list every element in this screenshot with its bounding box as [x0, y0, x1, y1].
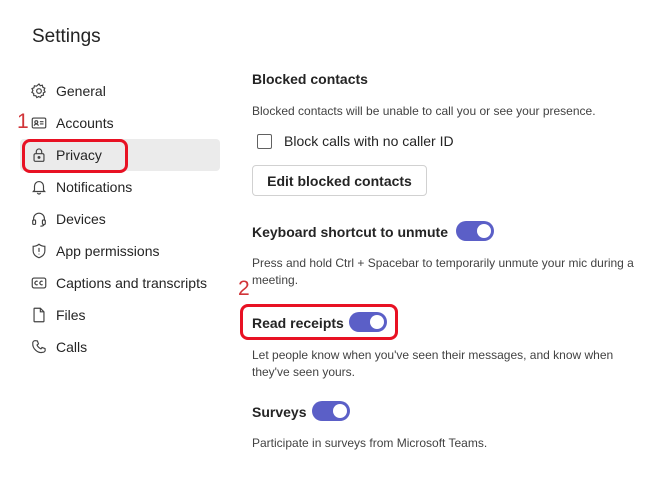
sidebar-item-label: App permissions [56, 243, 160, 259]
file-icon [30, 306, 48, 324]
id-card-icon [30, 114, 48, 132]
gear-icon [30, 82, 48, 100]
sidebar-item-devices[interactable]: Devices [20, 203, 220, 235]
unmute-shortcut-heading: Keyboard shortcut to unmute [252, 224, 449, 240]
sidebar-item-label: Captions and transcripts [56, 275, 207, 291]
blocked-contacts-description: Blocked contacts will be unable to call … [252, 104, 596, 118]
sidebar-item-accounts[interactable]: Accounts [20, 107, 220, 139]
surveys-toggle[interactable] [312, 401, 350, 421]
sidebar-item-app-permissions[interactable]: App permissions [20, 235, 220, 267]
sidebar-item-label: Calls [56, 339, 88, 355]
sidebar-item-label: Files [56, 307, 86, 323]
sidebar-item-label: Notifications [56, 179, 133, 195]
sidebar-item-notifications[interactable]: Notifications [20, 171, 220, 203]
annotation-box-privacy [22, 139, 128, 173]
toggle-knob [477, 224, 491, 238]
toggle-knob [333, 404, 347, 418]
shield-icon [30, 242, 48, 260]
read-receipts-description: Let people know when you've seen their m… [252, 348, 614, 379]
block-no-caller-id-checkbox[interactable] [257, 133, 272, 149]
sidebar-item-label: General [56, 83, 106, 99]
sidebar-item-general[interactable]: General [20, 75, 220, 107]
cc-icon [30, 274, 48, 292]
headset-icon [30, 210, 48, 228]
read-receipts-toggle[interactable] [349, 312, 387, 332]
read-receipts-heading: Read receipts [252, 315, 344, 331]
sidebar-item-label: Accounts [56, 115, 114, 131]
sidebar-item-calls[interactable]: Calls [20, 331, 220, 363]
sidebar-item-label: Devices [56, 211, 106, 227]
settings-sidebar: General Accounts Privacy Notifications D… [20, 75, 220, 363]
phone-icon [30, 338, 48, 356]
page-title: Settings [32, 26, 101, 47]
block-no-caller-id-label: Block calls with no caller ID [284, 133, 454, 149]
edit-blocked-contacts-button[interactable]: Edit blocked contacts [252, 165, 427, 196]
unmute-shortcut-description: Press and hold Ctrl + Spacebar to tempor… [252, 256, 634, 287]
surveys-description: Participate in surveys from Microsoft Te… [252, 436, 488, 450]
unmute-shortcut-toggle[interactable] [456, 221, 494, 241]
blocked-contacts-heading: Blocked contacts [252, 71, 368, 87]
sidebar-item-files[interactable]: Files [20, 299, 220, 331]
surveys-heading: Surveys [252, 404, 307, 420]
toggle-knob [370, 315, 384, 329]
annotation-number-1: 1 [17, 110, 29, 133]
block-no-caller-id-row[interactable]: Block calls with no caller ID [257, 133, 454, 149]
sidebar-item-captions[interactable]: Captions and transcripts [20, 267, 220, 299]
bell-icon [30, 178, 48, 196]
annotation-number-2: 2 [238, 277, 250, 300]
